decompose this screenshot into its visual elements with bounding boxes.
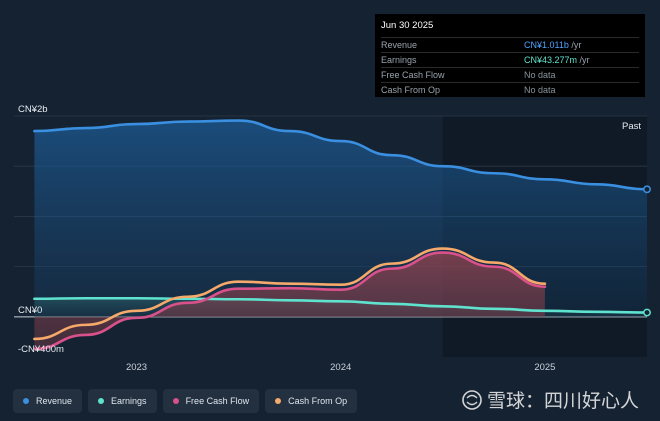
- legend-dot-icon: [275, 398, 282, 404]
- tooltip-row-free-cash-flow: Free Cash Flow No data: [381, 67, 639, 82]
- tooltip-value: CN¥43.277m: [524, 55, 578, 65]
- tooltip-value: No data: [524, 70, 556, 80]
- legend-item-cash-from-op[interactable]: Cash From Op: [265, 389, 358, 413]
- legend-label: Revenue: [36, 396, 73, 406]
- tooltip-value: CN¥1.011b: [524, 40, 569, 50]
- watermark-text: 雪球：四川好心人: [487, 391, 640, 412]
- legend-dot-icon: [172, 398, 179, 404]
- legend-label: Free Cash Flow: [185, 396, 250, 406]
- y-tick-label: -CN¥400m: [18, 344, 64, 355]
- tooltip-label: Cash From Op: [381, 85, 441, 95]
- legend: Revenue Earnings Free Cash Flow Cash Fro…: [13, 389, 358, 413]
- legend-item-revenue[interactable]: Revenue: [13, 389, 83, 413]
- tooltip-label: Earnings: [381, 55, 417, 65]
- tooltip-row-revenue: Revenue CN¥1.011b /yr: [381, 37, 639, 52]
- watermark: 雪球：四川好心人: [461, 386, 639, 413]
- tooltip-row-earnings: Earnings CN¥43.277m /yr: [381, 52, 639, 67]
- legend-label: Cash From Op: [288, 396, 348, 406]
- legend-item-free-cash-flow[interactable]: Free Cash Flow: [162, 389, 260, 413]
- revenue-end-marker: [643, 185, 651, 194]
- tooltip-unit: /yr: [568, 40, 582, 50]
- earnings-end-marker: [643, 308, 651, 317]
- legend-item-earnings[interactable]: Earnings: [88, 389, 157, 413]
- tooltip-row-cash-from-op: Cash From Op No data: [381, 82, 639, 97]
- tooltip-date: Jun 30 2025: [381, 20, 434, 31]
- past-label: Past: [622, 121, 641, 132]
- x-tick-label: 2025: [534, 362, 555, 373]
- legend-label: Earnings: [111, 396, 147, 406]
- snowball-logo-icon: [462, 389, 482, 410]
- tooltip-value: No data: [524, 85, 556, 95]
- legend-dot-icon: [23, 398, 29, 404]
- y-tick-label: CN¥2b: [18, 104, 48, 115]
- tooltip-panel: Jun 30 2025 Revenue CN¥1.011b /yr Earnin…: [375, 14, 645, 97]
- tooltip-label: Revenue: [381, 40, 418, 50]
- y-tick-label: CN¥0: [18, 305, 42, 316]
- x-tick-label: 2023: [126, 362, 147, 373]
- x-tick-label: 2024: [330, 362, 351, 373]
- x-axis-labels: 2023 2024 2025: [126, 362, 556, 373]
- legend-dot-icon: [98, 398, 105, 404]
- tooltip-unit: /yr: [577, 55, 590, 65]
- tooltip-label: Free Cash Flow: [381, 70, 445, 80]
